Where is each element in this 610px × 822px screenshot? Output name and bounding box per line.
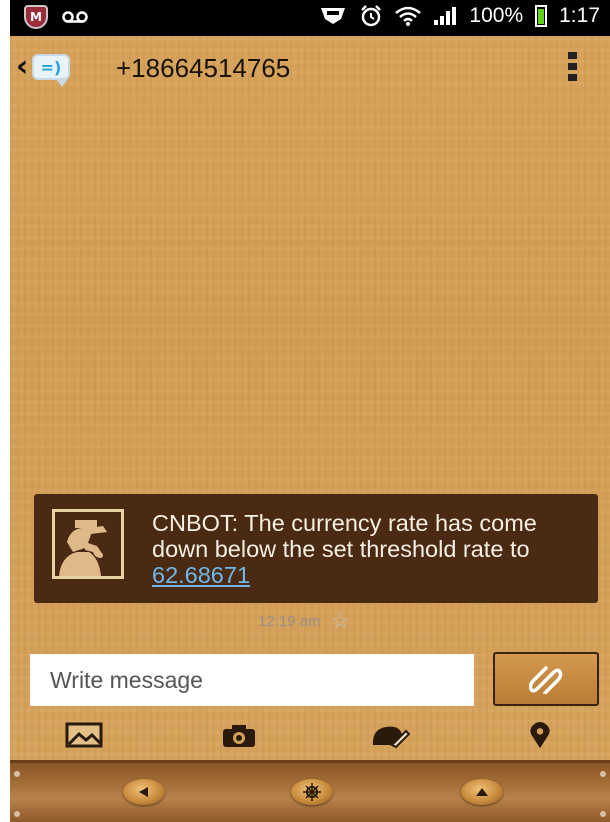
messaging-screen: M 100% 1:17 ‹ =) +18664514765 CNBOT: The… <box>10 0 610 822</box>
location-icon[interactable] <box>528 722 552 750</box>
overflow-menu-icon[interactable] <box>568 52 578 81</box>
message-bubble[interactable]: CNBOT: The currency rate has come down b… <box>34 494 598 603</box>
image-icon[interactable] <box>65 722 103 750</box>
back-nav-icon[interactable] <box>123 779 165 805</box>
message-input[interactable] <box>30 654 474 706</box>
battery-icon <box>535 5 548 27</box>
contact-number[interactable]: +18664514765 <box>116 53 290 84</box>
rivet-decoration <box>600 811 606 817</box>
app-logo-icon[interactable]: =) <box>32 54 70 87</box>
voicemail-icon <box>62 11 88 23</box>
wifi-icon <box>395 6 422 26</box>
status-bar: M 100% 1:17 <box>10 0 610 36</box>
bottom-nav-bar <box>10 760 610 822</box>
security-shield-icon: M <box>24 5 48 29</box>
home-wheel-icon[interactable] <box>291 779 333 805</box>
camera-icon[interactable] <box>221 722 257 750</box>
clock: 1:17 <box>559 4 600 27</box>
avatar[interactable] <box>52 509 124 579</box>
menu-nav-icon[interactable] <box>461 779 503 805</box>
message-timestamp-row: 12:19 am ☆ <box>258 610 351 632</box>
paperclip-icon <box>529 666 563 694</box>
doodle-icon[interactable] <box>370 722 410 750</box>
back-chevron-icon[interactable]: ‹ <box>16 52 28 82</box>
compose-field-container <box>30 654 474 706</box>
message-time: 12:19 am <box>258 612 321 630</box>
message-text: CNBOT: The currency rate has come down b… <box>152 510 537 588</box>
message-link[interactable]: 62.68671 <box>152 562 250 588</box>
rivet-decoration <box>600 771 606 777</box>
rivet-decoration <box>14 771 20 777</box>
driving-mode-icon <box>321 8 346 24</box>
attach-button[interactable] <box>493 652 599 706</box>
rivet-decoration <box>14 811 20 817</box>
signal-strength-icon <box>434 7 457 25</box>
contact-silhouette-icon <box>55 512 121 576</box>
star-icon[interactable]: ☆ <box>331 610 351 632</box>
action-bar: ‹ =) +18664514765 <box>10 36 610 104</box>
alarm-clock-icon <box>361 5 382 27</box>
battery-percent: 100% <box>469 4 524 27</box>
